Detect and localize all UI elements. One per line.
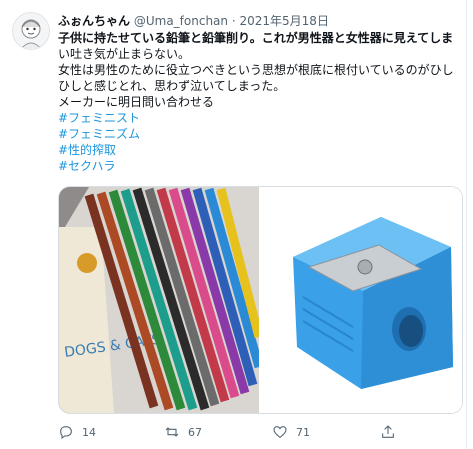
avatar[interactable] bbox=[12, 12, 50, 50]
share-icon bbox=[382, 425, 394, 438]
pencil-box-photo[interactable]: DOGS & CATS bbox=[59, 187, 264, 413]
retweet-icon bbox=[165, 427, 179, 437]
retweet-button[interactable]: 67 bbox=[164, 424, 202, 440]
reply-icon bbox=[60, 426, 72, 440]
tweet-media: DOGS & CATS bbox=[58, 186, 463, 414]
like-count: 71 bbox=[296, 425, 310, 439]
tweet-date[interactable]: 2021年5月18日 bbox=[240, 14, 329, 28]
hashtag-link[interactable]: #セクハラ bbox=[58, 158, 463, 174]
timeline-border bbox=[466, 0, 467, 449]
like-button[interactable]: 71 bbox=[272, 424, 310, 440]
tweet-line: ひしと感じとれ、思わず泣いてしまった。 bbox=[58, 79, 286, 93]
hashtag-link[interactable]: #性的搾取 bbox=[58, 142, 463, 158]
tweet-line: い吐き気が止まらない。 bbox=[58, 47, 191, 61]
tweet-text: 子供に持たせている鉛筆と鉛筆削り。これが男性器と女性器に見えてしま い吐き気が止… bbox=[58, 30, 463, 174]
pencil-sharpener-photo[interactable] bbox=[261, 187, 462, 413]
reply-count: 14 bbox=[82, 425, 96, 439]
hashtag-link[interactable]: #フェミニズム bbox=[58, 126, 463, 142]
hashtag-link[interactable]: #フェミニスト bbox=[58, 110, 463, 126]
separator-dot: · bbox=[231, 14, 236, 28]
tweet-actions: 14 67 71 bbox=[58, 424, 458, 442]
tweet-header: ふぉんちゃん @Uma_fonchan · 2021年5月18日 bbox=[58, 12, 329, 29]
heart-icon bbox=[273, 426, 287, 438]
tweet-line: 女性は男性のために役立つべきという思想が根底に根付いているのがひし bbox=[58, 63, 454, 77]
tweet-line: メーカーに明日問い合わせる bbox=[58, 95, 215, 109]
share-button[interactable] bbox=[380, 424, 396, 440]
reply-button[interactable]: 14 bbox=[58, 424, 96, 440]
tweet-line: 子供に持たせている鉛筆と鉛筆削り。これが男性器と女性器に見えてしま bbox=[58, 31, 454, 45]
display-name[interactable]: ふぉんちゃん bbox=[58, 14, 130, 28]
user-handle[interactable]: @Uma_fonchan bbox=[134, 14, 228, 28]
retweet-count: 67 bbox=[188, 425, 202, 439]
